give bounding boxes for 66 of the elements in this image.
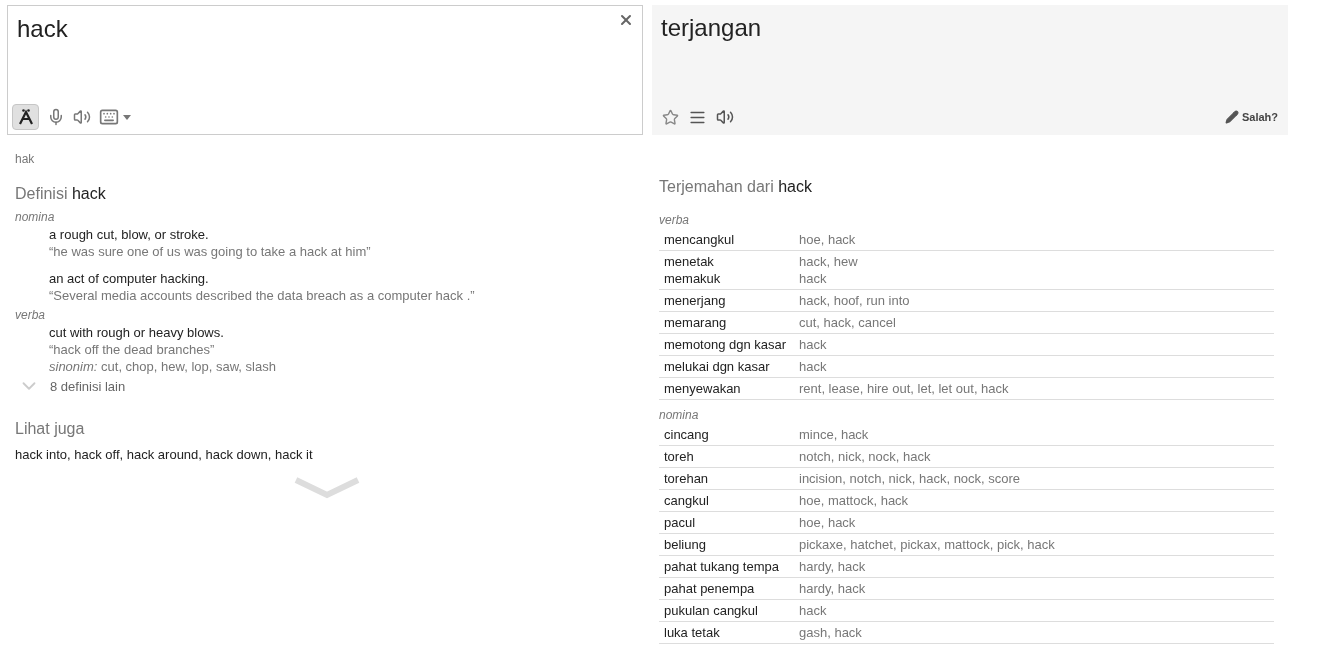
translation-term[interactable]: cincang [659, 424, 799, 445]
reverse-translations: hack [799, 269, 827, 288]
translation-term[interactable]: pahat penempa [659, 578, 799, 599]
reverse-translations: gash, hack [799, 623, 862, 642]
example-text: “hack off the dead branches” [49, 341, 216, 358]
accent-letter-icon [18, 109, 33, 125]
example-text: “Several media accounts described the data breach as a computer hack .” [49, 287, 476, 304]
synonyms-label: sinonim: [49, 359, 98, 374]
transliteration: hak [15, 151, 36, 168]
reverse-translations: hardy, hack [799, 557, 866, 576]
keyboard-icon[interactable] [99, 107, 131, 127]
reverse-translations: pickaxe, hatchet, pickax, mattock, pick, hack [799, 535, 1055, 554]
translation-term[interactable]: cangkul [659, 490, 799, 511]
more-definitions-link[interactable]: 8 definisi lain [50, 377, 126, 395]
reverse-translations: hack [799, 601, 827, 620]
translation-term[interactable]: luka tetak [659, 622, 799, 643]
definitions-heading: Definisi [15, 185, 68, 202]
translation-term[interactable]: mencangkul [659, 229, 799, 250]
reverse-translations: hack, hew [799, 252, 858, 271]
example-text: “he was sure one of us was going to take a hack at him” [49, 243, 372, 260]
speaker-icon[interactable] [716, 108, 734, 126]
reverse-translations: rent, lease, hire out, let, let out, hack [799, 379, 1009, 398]
reverse-translations: hack, hoof, run into [799, 291, 910, 310]
translation-term[interactable]: toreh [659, 446, 799, 467]
reverse-translations: hoe, hack [799, 513, 856, 532]
part-of-speech: nomina [659, 407, 700, 424]
part-of-speech: verba [15, 307, 47, 324]
translation-term[interactable]: pukulan cangkul [659, 600, 799, 621]
translation-term[interactable]: menerjang [659, 290, 799, 311]
part-of-speech: nomina [15, 209, 56, 226]
reverse-translations: hack [799, 335, 827, 354]
definition-text: an act of computer hacking. [49, 270, 210, 287]
definition-text: a rough cut, blow, or stroke. [49, 226, 210, 243]
reverse-translations: hack [799, 357, 827, 376]
wrong-translation-button[interactable]: Salah? [1224, 108, 1278, 126]
pencil-icon [1224, 110, 1239, 124]
reverse-translations: cut, hack, cancel [799, 313, 896, 332]
synonyms-text: cut, chop, hew, lop, saw, slash [101, 359, 276, 374]
close-icon[interactable] [618, 12, 634, 28]
accent-character-button[interactable] [12, 104, 39, 130]
speaker-icon[interactable] [73, 108, 91, 126]
definition-text: cut with rough or heavy blows. [49, 324, 225, 341]
translation-term[interactable]: memotong dgn kasar [659, 334, 799, 355]
translation-text: terjangan [660, 13, 763, 43]
translation-term[interactable]: menyewakan [659, 378, 799, 399]
source-text-field[interactable]: hack [8, 6, 642, 44]
translation-term[interactable]: beliung [659, 534, 799, 555]
star-icon[interactable] [662, 108, 679, 126]
heading-word: hack [778, 178, 812, 195]
see-also-text: hack into, hack off, hack around, hack down, hack it [15, 446, 314, 464]
reverse-translations: mince, hack [799, 425, 869, 444]
microphone-icon[interactable] [47, 108, 65, 126]
part-of-speech: verba [659, 212, 691, 229]
reverse-translations: hoe, hack [799, 230, 856, 249]
see-also-heading: Lihat juga [15, 419, 86, 439]
reverse-translations: hardy, hack [799, 579, 866, 598]
reverse-translations: incision, notch, nick, hack, nock, score [799, 469, 1021, 488]
reverse-translations: notch, nick, nock, hack [799, 447, 931, 466]
translation-term[interactable]: melukai dgn kasar [659, 356, 799, 377]
translation-term[interactable]: memarang [659, 312, 799, 333]
translations-heading: Terjemahan dari [659, 178, 774, 195]
translation-term[interactable]: pacul [659, 512, 799, 533]
translation-term[interactable]: torehan [659, 468, 799, 489]
translation-term[interactable]: pahat tukang tempa [659, 556, 799, 577]
reverse-translations: hoe, mattock, hack [799, 491, 909, 510]
heading-word: hack [71, 185, 106, 202]
